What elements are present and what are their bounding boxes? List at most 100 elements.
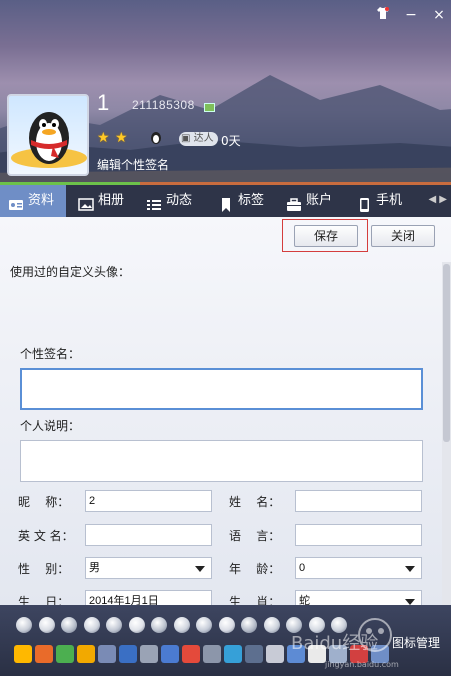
tab-scroll-arrows[interactable]: ◀ ▶ — [428, 194, 447, 205]
shirt-icon[interactable] — [374, 6, 392, 24]
crown-icon[interactable] — [61, 617, 77, 633]
cloud-icon[interactable] — [287, 645, 305, 663]
grid-icon[interactable] — [308, 645, 326, 663]
penguin-icon[interactable] — [106, 617, 122, 633]
custom-avatar-label: 使用过的自定义头像： — [10, 265, 131, 279]
tab-phone[interactable]: 手机 — [348, 185, 410, 217]
birthday-field[interactable]: 2014年1月1日 — [85, 590, 212, 605]
nickname: 1 — [97, 90, 110, 115]
birthday-label: 生 日： — [18, 595, 70, 605]
age-label: 年 龄： — [229, 562, 281, 576]
star-icon[interactable] — [196, 617, 212, 633]
active-days: 0天 — [221, 134, 241, 148]
form-scrollbar[interactable] — [442, 262, 451, 605]
tab-label: 手机 — [376, 193, 403, 208]
language-field[interactable] — [295, 524, 422, 546]
online-status-icon[interactable] — [204, 103, 215, 112]
blue-icon[interactable] — [371, 645, 389, 663]
badge-icon: ▣ — [181, 133, 191, 144]
briefcase-icon — [286, 193, 302, 211]
level-row: ★ ★ ▣ 达人 0天 — [97, 130, 447, 150]
minimize-button[interactable]: − — [402, 6, 420, 24]
qq-profile-window: − × 1 211185308 ★ ★ ▣ 达人 0天 编辑个性签名 资料 相册… — [0, 0, 451, 676]
search-icon[interactable] — [245, 645, 263, 663]
edit-signature-link[interactable]: 编辑个性签名 — [97, 156, 169, 173]
english-name-label: 英 文 名： — [18, 529, 74, 543]
location-icon[interactable] — [329, 645, 347, 663]
zodiac-select[interactable]: 蛇 — [295, 590, 422, 605]
wing-icon[interactable] — [218, 617, 235, 633]
ring-icon[interactable] — [331, 617, 347, 633]
close-button[interactable]: 关闭 — [371, 225, 435, 247]
flame-icon[interactable] — [350, 645, 368, 663]
id-card-icon — [8, 193, 24, 210]
gender-label: 性 别： — [18, 562, 70, 576]
spark-icon[interactable] — [308, 617, 325, 633]
scrollbar-thumb[interactable] — [443, 264, 450, 442]
tab-label: 资料 — [28, 193, 55, 208]
description-input[interactable] — [20, 440, 423, 482]
signature-label: 个性签名： — [20, 347, 81, 361]
list-icon — [146, 193, 162, 210]
bookmark-icon — [218, 193, 234, 212]
heart-icon[interactable] — [38, 617, 55, 633]
phone-icon — [356, 193, 372, 212]
avatar[interactable] — [7, 94, 89, 176]
qq-number: 211185308 — [132, 98, 195, 112]
nickname-field[interactable]: 2 — [85, 490, 212, 512]
mail-icon[interactable] — [266, 645, 284, 663]
photo-album-icon — [78, 193, 94, 211]
camera-icon[interactable] — [140, 645, 158, 663]
photo-icon[interactable] — [98, 645, 116, 663]
game-icon[interactable] — [203, 645, 221, 663]
coin-icon[interactable] — [77, 645, 95, 663]
star-icon[interactable] — [14, 645, 32, 663]
qq-penguin-icon — [11, 112, 87, 168]
icon-management-link[interactable]: 图标管理 — [392, 634, 440, 651]
english-name-field[interactable] — [85, 524, 212, 546]
name-field[interactable] — [295, 490, 422, 512]
profile-form: 保存 关闭 使用过的自定义头像： 个性签名： 个人说明： 昵 称： 2 姓 名：… — [0, 217, 451, 605]
vip-icon[interactable] — [241, 617, 257, 633]
language-label: 语 言： — [229, 529, 281, 543]
medal-icon[interactable] — [286, 617, 302, 633]
cap-icon[interactable] — [182, 645, 200, 663]
diamond-icon[interactable] — [16, 617, 32, 633]
star-icon[interactable]: ★ — [97, 130, 110, 146]
expert-badge[interactable]: ▣ 达人 — [179, 132, 218, 146]
profile-tabs: 资料 相册 动态 标签 账户 手机 ◀ ▶ — [0, 185, 451, 217]
icon-bar — [0, 605, 451, 676]
app-icon[interactable] — [119, 645, 137, 663]
cup-icon[interactable] — [263, 617, 280, 633]
description-label: 个人说明： — [20, 419, 81, 433]
gem-icon[interactable] — [83, 617, 100, 633]
music-icon[interactable] — [224, 645, 242, 663]
profile-header: − × 1 211185308 ★ ★ ▣ 达人 0天 编辑个性签名 — [0, 0, 451, 185]
tab-label: 相册 — [98, 193, 125, 208]
nickname-label: 昵 称： — [18, 495, 70, 509]
zodiac-label: 生 肖： — [229, 595, 281, 605]
close-window-button[interactable]: × — [430, 6, 448, 24]
penguin-icon[interactable] — [150, 130, 162, 147]
tab-feed[interactable]: 动态 — [138, 185, 204, 217]
name-label: 姓 名： — [229, 495, 281, 509]
tab-label: 动态 — [166, 193, 193, 208]
tab-album[interactable]: 相册 — [70, 185, 136, 217]
signature-input[interactable] — [20, 368, 423, 410]
save-button[interactable]: 保存 — [294, 225, 358, 247]
check-icon[interactable] — [56, 645, 74, 663]
flag-icon[interactable] — [151, 617, 167, 633]
tab-tags[interactable]: 标签 — [210, 185, 272, 217]
gift-icon[interactable] — [128, 617, 145, 633]
tab-label: 标签 — [238, 193, 265, 208]
shield-icon[interactable] — [173, 617, 190, 633]
tab-label: 账户 — [306, 193, 333, 208]
tab-account[interactable]: 账户 — [278, 185, 344, 217]
tab-profile[interactable]: 资料 — [0, 185, 66, 217]
star-icon[interactable]: ★ — [115, 130, 128, 146]
age-select[interactable]: 0 — [295, 557, 422, 579]
chat-icon[interactable] — [161, 645, 179, 663]
house-icon[interactable] — [35, 645, 53, 663]
badge-label: 达人 — [193, 133, 214, 144]
gender-select[interactable]: 男 — [85, 557, 212, 579]
